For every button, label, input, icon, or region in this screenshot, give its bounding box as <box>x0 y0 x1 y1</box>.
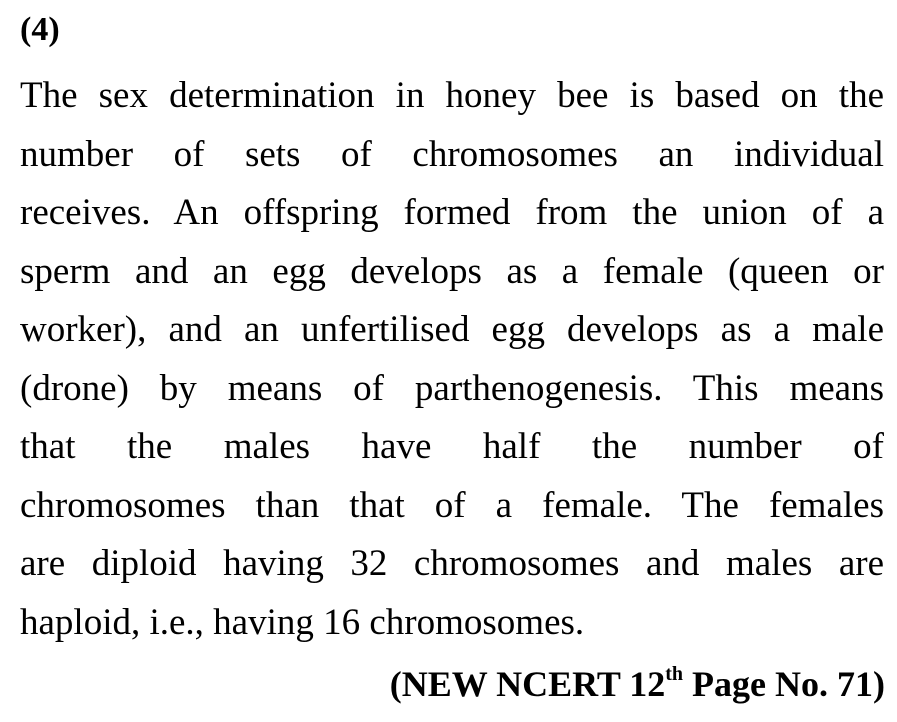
answer-line: The sex determination in honey bee is ba… <box>20 75 884 116</box>
answer-line: chromosomes than that of a female. The f… <box>20 484 884 526</box>
answer-line: haploid, i.e., having 16 chromosomes. <box>20 601 585 643</box>
answer-line: (drone) by means of parthenogenesis. Thi… <box>20 367 884 409</box>
reference-suffix: Page No. 71) <box>683 664 885 704</box>
document-page: (4) The sex determination in honey bee i… <box>0 0 897 722</box>
reference-superscript: th <box>665 663 684 685</box>
answer-line: receives. An offspring formed from the u… <box>20 192 884 233</box>
answer-line: worker), and an unfertilised egg develop… <box>20 309 884 350</box>
answer-paragraph: The sex determination in honey bee is ba… <box>20 67 884 652</box>
source-reference: (NEW NCERT 12th Page No. 71) <box>390 660 885 708</box>
reference-prefix: (NEW NCERT 12 <box>389 664 666 704</box>
answer-line: number of sets of chromosomes an individ… <box>20 133 884 175</box>
answer-line: sperm and an egg develops as a female (q… <box>20 250 884 292</box>
question-number: (4) <box>20 11 60 48</box>
answer-line: are diploid having 32 chromosomes and ma… <box>20 543 884 584</box>
answer-line: that the males have half the number of <box>20 426 884 467</box>
